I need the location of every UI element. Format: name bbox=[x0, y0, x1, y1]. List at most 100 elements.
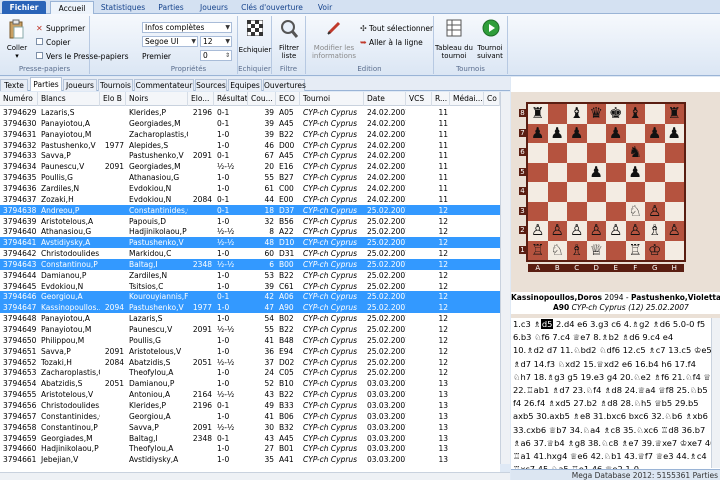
table-row[interactable]: 3794643 Constantinou,P Baltag,I 2348 ½-½ 6 B00… bbox=[0, 258, 500, 270]
filter-list-button[interactable]: Filtrer liste bbox=[272, 44, 306, 60]
board-square[interactable] bbox=[528, 201, 548, 221]
table-row[interactable]: 3794631 Panayiotou,M Zacharoplastis,C 1-0 39… bbox=[0, 129, 500, 140]
table-row[interactable]: 3794660 Hadjinikolaou,P Theofylou,A 1-0 27 B0… bbox=[0, 443, 500, 454]
table-row[interactable]: 3794638 Andreou,P Constantinides,C 0-1 18 D37… bbox=[0, 204, 500, 216]
col-numero[interactable]: Numéro bbox=[0, 92, 38, 106]
table-row[interactable]: 3794648 Panayiotou,A Lazaris,S 1-0 54 B02 CYP-… bbox=[0, 313, 500, 324]
size-combo[interactable]: 12 ▼ bbox=[200, 36, 232, 47]
table-row[interactable]: 3794635 Poullis,G Athanasiou,G 1-0 55 B27 CYP-… bbox=[0, 172, 500, 183]
board-square[interactable] bbox=[586, 143, 606, 163]
chessboard[interactable]: ♜ ♝ ♛ ♚ ♝ ♜ ♟ ♟ ♟ ♟ ♟ ♟ ♞ ♟ ♟ ♘ ♙ ♙ ♙ ♙ ♙ ♙ ♙ ♗ ♙ ♖ ♘ ♗ ♕ ♖ ♔ bbox=[526, 102, 686, 262]
next-tournament-button[interactable]: Tournoi suivant bbox=[472, 44, 508, 60]
table-row[interactable]: 3794657 Constantinides,C Georgiou,A 1-0 41 B0… bbox=[0, 411, 500, 422]
col-elo-b[interactable]: Elo B bbox=[100, 92, 126, 106]
table-vertical-scrollbar[interactable] bbox=[500, 92, 510, 464]
table-row[interactable]: 3794642 Christodoulides... Markidou,C 1-0 60… bbox=[0, 248, 500, 259]
board-square[interactable]: ♞ bbox=[625, 143, 645, 163]
checker-button[interactable]: Echiquier bbox=[238, 46, 272, 54]
board-square[interactable]: ♘ bbox=[625, 201, 645, 221]
board-square[interactable] bbox=[606, 201, 626, 221]
font-combo[interactable]: Segoe UI ▼ bbox=[142, 36, 198, 47]
col-noirs[interactable]: Noirs bbox=[126, 92, 188, 106]
table-row[interactable]: 3794651 Savva,P 2091 Aristotelous,V 1-0 36 E94… bbox=[0, 346, 500, 357]
board-square[interactable]: ♟ bbox=[664, 123, 684, 143]
col-co[interactable]: Co bbox=[484, 92, 500, 106]
table-horizontal-scrollbar[interactable] bbox=[0, 472, 510, 480]
board-square[interactable] bbox=[606, 143, 626, 163]
info-combo[interactable]: Infos complètes ▼ bbox=[142, 22, 232, 33]
board-square[interactable] bbox=[547, 182, 567, 202]
tab-parties[interactable]: Parties bbox=[152, 1, 190, 14]
black-player[interactable]: Pastushenko,Violetta bbox=[631, 293, 720, 302]
board-square[interactable] bbox=[664, 162, 684, 182]
table-row[interactable]: 3794650 Philippou,M Poullis,G 1-0 41 B48 CYP-c… bbox=[0, 335, 500, 346]
board-square[interactable]: ♝ bbox=[567, 104, 587, 124]
col-elo-n[interactable]: Elo... bbox=[188, 92, 214, 106]
white-player[interactable]: Kassinopoullos,Doros bbox=[511, 293, 602, 302]
tab-ouvertures[interactable]: Ouvertures bbox=[263, 79, 306, 91]
board-square[interactable] bbox=[547, 143, 567, 163]
table-row[interactable]: 3794636 Zardiles,N Evdokiou,N 1-0 61 C00 CYP-c… bbox=[0, 183, 500, 194]
table-row[interactable]: 3794656 Christodoulides... Klerides,P 2196 0… bbox=[0, 400, 500, 411]
table-row[interactable]: 3794640 Athanasiou,G Hadjinikolaou,P ½-½ 8 A2… bbox=[0, 226, 500, 237]
tab-texte[interactable]: Texte bbox=[0, 79, 28, 91]
notation-scrollbar[interactable] bbox=[711, 318, 720, 468]
board-square[interactable]: ♚ bbox=[606, 104, 626, 124]
table-row[interactable]: 3794630 Panayiotou,A Georgiades,M 0-1 39 A45 C… bbox=[0, 118, 500, 129]
tab-joueurs[interactable]: Joueurs bbox=[194, 1, 234, 14]
select-all-button[interactable]: Tout sélectionner bbox=[369, 24, 433, 33]
board-square[interactable]: ♖ bbox=[528, 240, 548, 260]
col-medaille[interactable]: Médai... bbox=[450, 92, 484, 106]
tournament-table-button[interactable]: Tableau du tournoi bbox=[434, 44, 474, 60]
table-row[interactable]: 3794652 Tozaki,H 2084 Abatzidis,S 2051 ½-½ 37 D… bbox=[0, 357, 500, 368]
table-row[interactable]: 3794641 Avstidiysky,A Pastushenko,V ½-½ 48 D1… bbox=[0, 237, 500, 249]
table-row[interactable]: 3794629 Lazaris,S Klerides,P 2196 0-1 39 A05 CY… bbox=[0, 107, 500, 118]
board-square[interactable]: ♖ bbox=[625, 240, 645, 260]
board-square[interactable]: ♟ bbox=[547, 123, 567, 143]
tab-joueurs-list[interactable]: Joueurs bbox=[63, 79, 97, 91]
board-square[interactable] bbox=[606, 240, 626, 260]
board-square[interactable] bbox=[606, 182, 626, 202]
board-square[interactable] bbox=[547, 162, 567, 182]
col-blancs[interactable]: Blancs bbox=[38, 92, 100, 106]
board-square[interactable]: ♙ bbox=[645, 201, 665, 221]
board-square[interactable] bbox=[645, 162, 665, 182]
board-square[interactable]: ♛ bbox=[586, 104, 606, 124]
col-eco[interactable]: ECO bbox=[276, 92, 300, 106]
table-row[interactable]: 3794658 Constantinou,P Savva,P 2091 ½-½ 30 B32… bbox=[0, 422, 500, 433]
tab-tournois[interactable]: Tournois bbox=[98, 79, 133, 91]
to-clipboard-button[interactable]: Vers le Presse-papiers bbox=[46, 52, 129, 61]
board-square[interactable] bbox=[664, 143, 684, 163]
board-square[interactable]: ♔ bbox=[645, 240, 665, 260]
paste-button[interactable]: Coller bbox=[2, 44, 32, 52]
board-square[interactable] bbox=[528, 162, 548, 182]
board-square[interactable] bbox=[664, 201, 684, 221]
board-square[interactable] bbox=[547, 104, 567, 124]
table-row[interactable]: 3794645 Evdokiou,N Tsitsios,C 1-0 39 C61 CYP-c… bbox=[0, 281, 500, 292]
board-square[interactable]: ♗ bbox=[567, 240, 587, 260]
tab-fichier[interactable]: Fichier bbox=[2, 1, 46, 14]
board-square[interactable] bbox=[586, 182, 606, 202]
board-square[interactable]: ♙ bbox=[625, 221, 645, 241]
board-square[interactable]: ♜ bbox=[664, 104, 684, 124]
board-square[interactable] bbox=[567, 182, 587, 202]
board-square[interactable] bbox=[586, 201, 606, 221]
board-square[interactable] bbox=[528, 182, 548, 202]
col-coups[interactable]: Cou... bbox=[248, 92, 276, 106]
table-row[interactable]: 3794644 Damianou,P Zardiles,N 1-0 53 B22 CYP-c… bbox=[0, 270, 500, 281]
table-row[interactable]: 3794632 Pastushenko,V 1977 Alepides,S 1-0 46 D… bbox=[0, 140, 500, 151]
table-row[interactable]: 3794639 Aristotelous,A Papouis,D 1-0 32 B56 CY… bbox=[0, 216, 500, 227]
tab-parties-list[interactable]: Parties bbox=[30, 77, 62, 91]
tab-sources[interactable]: Sources bbox=[195, 79, 227, 91]
board-square[interactable]: ♙ bbox=[567, 221, 587, 241]
table-row[interactable]: 3794655 Aristotelous,V Antoniou,A 2164 ½-½ 43… bbox=[0, 389, 500, 400]
board-square[interactable]: ♟ bbox=[586, 162, 606, 182]
modify-info-button[interactable]: Modifier les informations bbox=[308, 44, 360, 60]
board-square[interactable] bbox=[528, 143, 548, 163]
delete-button[interactable]: Supprimer bbox=[46, 24, 85, 33]
tab-equipes[interactable]: Equipes bbox=[228, 79, 262, 91]
notation-panel[interactable]: 1.c3 ♗d5 2.d4 e6 3.g3 c6 4.♗g2 ♗d6 5.0-0… bbox=[511, 318, 711, 474]
board-square[interactable]: ♟ bbox=[606, 123, 626, 143]
board-square[interactable]: ♙ bbox=[586, 221, 606, 241]
board-square[interactable]: ♘ bbox=[547, 240, 567, 260]
